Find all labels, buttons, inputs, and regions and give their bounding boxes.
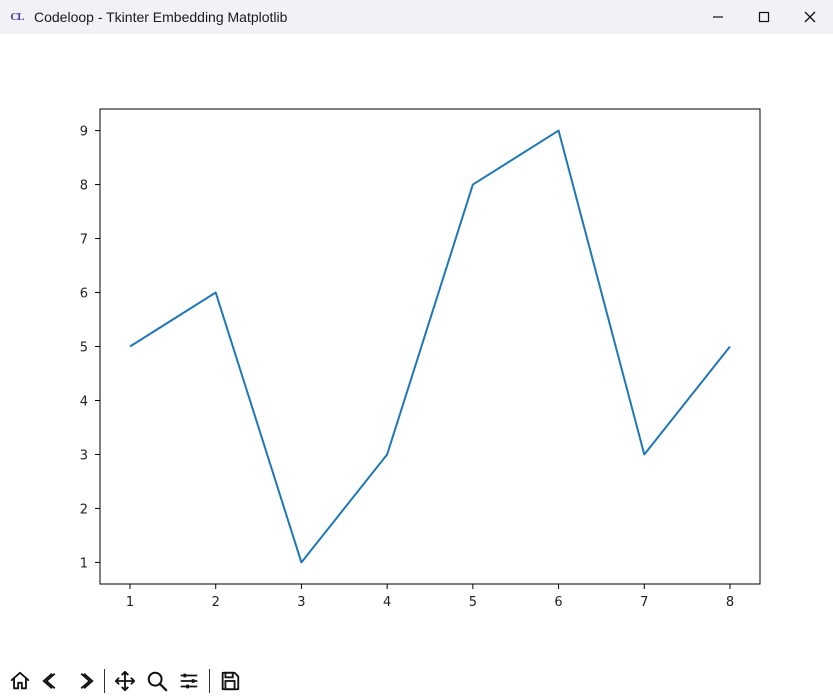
y-tick-label: 9 [80,125,88,140]
back-button[interactable] [38,667,66,695]
forward-button[interactable] [70,667,98,695]
x-tick-label: 4 [383,595,391,610]
app-icon-text: CL [10,11,23,23]
titlebar[interactable]: CL Codeloop - Tkinter Embedding Matplotl… [0,0,833,34]
x-tick-label: 2 [212,595,220,610]
zoom-button[interactable] [143,667,171,695]
chart-area: 1 2 3 4 5 6 7 8 1 2 3 4 5 6 7 8 9 [0,34,833,664]
y-tick-label: 2 [80,502,88,517]
home-button[interactable] [6,667,34,695]
y-tick-label: 3 [80,448,88,463]
minimize-button[interactable] [695,0,741,34]
y-tick-label: 1 [80,556,88,571]
close-button[interactable] [787,0,833,34]
x-tick-label: 6 [554,595,562,610]
y-tick-label: 6 [80,287,88,302]
data-line [130,131,730,563]
window-title: Codeloop - Tkinter Embedding Matplotlib [34,9,287,25]
y-tick-label: 8 [80,179,88,194]
save-button[interactable] [216,667,244,695]
configure-button[interactable] [175,667,203,695]
x-tick-label: 1 [126,595,134,610]
pan-button[interactable] [111,667,139,695]
matplotlib-toolbar [0,664,833,698]
x-tick-label: 3 [297,595,305,610]
window-controls [695,0,833,34]
x-tick-label: 5 [469,595,477,610]
app-window: CL Codeloop - Tkinter Embedding Matplotl… [0,0,833,698]
chart-svg: 1 2 3 4 5 6 7 8 1 2 3 4 5 6 7 8 9 [0,34,833,664]
app-icon: CL [8,8,26,26]
toolbar-separator [104,669,105,693]
sliders-icon [178,670,200,692]
y-tick-label: 5 [80,341,88,356]
x-tick-label: 8 [726,595,734,610]
close-icon [804,11,816,23]
x-tick-label: 7 [640,595,648,610]
zoom-icon [146,670,168,692]
minimize-icon [712,11,724,23]
y-tick-label: 4 [80,394,88,409]
toolbar-separator [209,669,210,693]
home-icon [9,670,31,692]
back-icon [41,670,63,692]
y-tick-label: 7 [80,233,88,248]
pan-icon [114,670,136,692]
maximize-icon [758,11,770,23]
maximize-button[interactable] [741,0,787,34]
forward-icon [73,670,95,692]
save-icon [219,670,241,692]
